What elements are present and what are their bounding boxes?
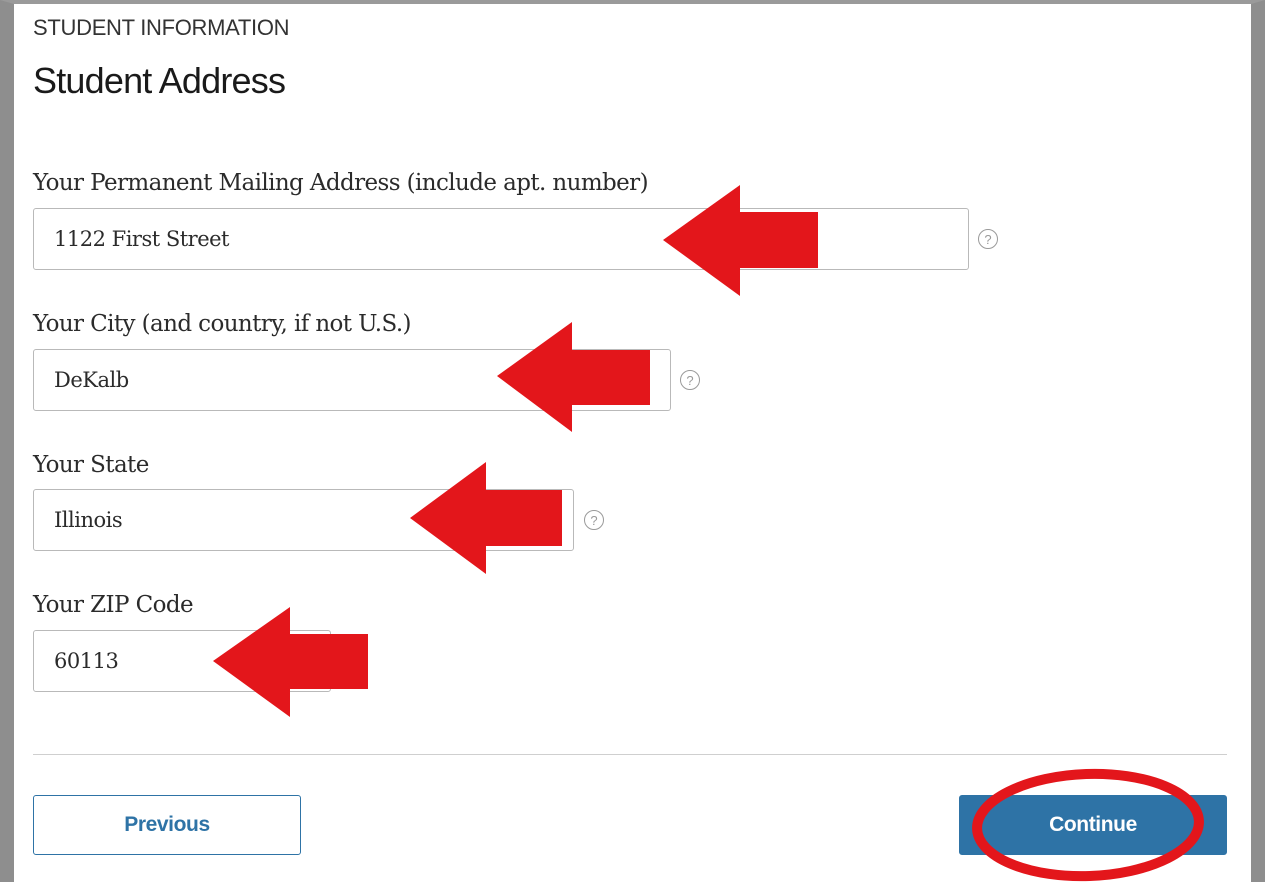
city-label: Your City (and country, if not U.S.): [33, 311, 412, 337]
state-input[interactable]: [33, 489, 574, 551]
zip-label: Your ZIP Code: [33, 592, 194, 618]
form-panel: [0, 0, 1265, 882]
address-label: Your Permanent Mailing Address (include …: [33, 170, 649, 196]
city-help-icon[interactable]: ?: [680, 370, 700, 390]
page-title: Student Address: [33, 60, 286, 101]
section-label: STUDENT INFORMATION: [33, 15, 290, 40]
address-input[interactable]: [33, 208, 969, 270]
previous-button[interactable]: Previous: [33, 795, 301, 855]
city-input[interactable]: [33, 349, 671, 411]
divider: [33, 754, 1227, 755]
continue-button[interactable]: Continue: [959, 795, 1227, 855]
zip-input[interactable]: [33, 630, 331, 692]
address-help-icon[interactable]: ?: [978, 229, 998, 249]
state-label: Your State: [33, 452, 149, 478]
state-help-icon[interactable]: ?: [584, 510, 604, 530]
